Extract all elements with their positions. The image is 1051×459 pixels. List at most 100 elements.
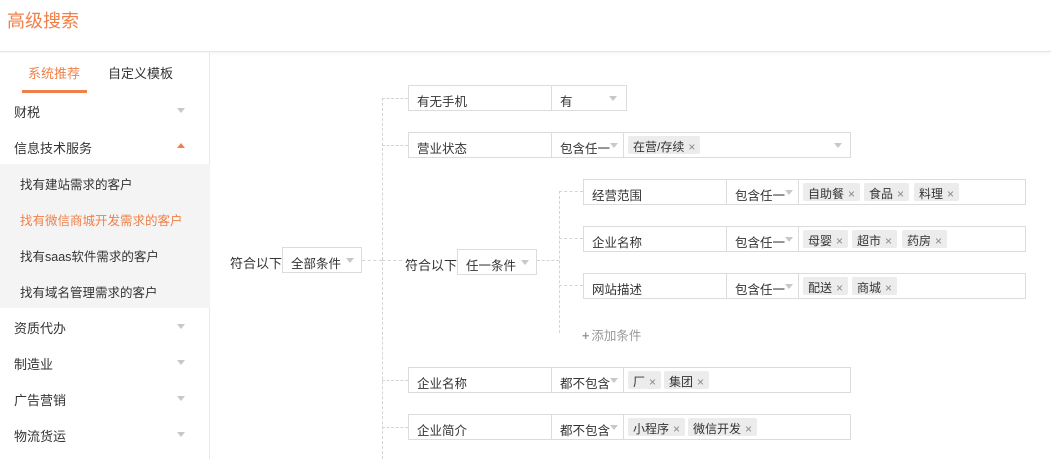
add-condition-label: 添加条件 bbox=[591, 329, 642, 343]
value-tag: 商城 × bbox=[852, 277, 898, 295]
category-label: 信息技术服务 bbox=[14, 141, 93, 156]
root-match-select[interactable]: 全部条件 bbox=[282, 247, 362, 273]
subitem-label: 找有微信商城开发需求的客户 bbox=[20, 214, 183, 228]
close-icon[interactable]: × bbox=[836, 281, 843, 295]
condition-operator-select[interactable]: 有 bbox=[552, 86, 626, 110]
condition-operator-select[interactable]: 都不包含 bbox=[552, 368, 624, 392]
tree-line bbox=[382, 380, 408, 381]
value-tag: 微信开发 × bbox=[688, 418, 758, 436]
chevron-down-icon bbox=[834, 143, 842, 148]
group-match-select[interactable]: 任一条件 bbox=[457, 249, 537, 275]
sidebar-category-qualification[interactable]: 资质代办 bbox=[0, 308, 210, 344]
sidebar-category-advertising[interactable]: 广告营销 bbox=[0, 380, 210, 416]
category-label: 资质代办 bbox=[14, 321, 67, 336]
sidebar-subitem-saas[interactable]: 找有saas软件需求的客户 bbox=[0, 236, 210, 272]
close-icon[interactable]: × bbox=[745, 422, 752, 436]
value-tag: 食品 × bbox=[864, 183, 910, 201]
sidebar-category-it-services[interactable]: 信息技术服务 bbox=[0, 128, 210, 164]
chevron-down-icon bbox=[785, 284, 793, 289]
subitem-label: 找有建站需求的客户 bbox=[20, 178, 133, 192]
tree-line bbox=[362, 260, 382, 261]
close-icon[interactable]: × bbox=[649, 375, 656, 389]
close-icon[interactable]: × bbox=[885, 281, 892, 295]
condition-values-input[interactable]: 配送 × 商城 × bbox=[799, 274, 1025, 298]
header: 高级搜索 bbox=[0, 0, 1051, 52]
value-tag: 厂 × bbox=[628, 371, 662, 389]
close-icon[interactable]: × bbox=[897, 187, 904, 201]
chevron-down-icon bbox=[609, 96, 617, 101]
condition-operator-select[interactable]: 包含任一 bbox=[727, 180, 799, 204]
value-tag: 药房 × bbox=[902, 230, 948, 248]
condition-field: 企业名称 bbox=[584, 227, 727, 251]
category-label: 物流货运 bbox=[14, 429, 67, 444]
chevron-down-icon bbox=[610, 425, 618, 430]
select-value: 有 bbox=[560, 95, 573, 109]
close-icon[interactable]: × bbox=[848, 187, 855, 201]
condition-values-input[interactable]: 母婴 × 超市 × 药房 × bbox=[799, 227, 1025, 251]
sidebar-category-tax[interactable]: 财税 bbox=[0, 92, 210, 128]
condition-row: 营业状态 包含任一 在营/存续 × bbox=[408, 132, 851, 158]
root-match-prefix: 符合以下 bbox=[230, 256, 283, 271]
tree-line bbox=[559, 285, 583, 286]
plus-icon: + bbox=[582, 329, 590, 343]
select-value: 包含任一 bbox=[735, 236, 786, 250]
group-match-prefix: 符合以下 bbox=[405, 258, 458, 273]
tree-line bbox=[382, 98, 408, 99]
tab-system-recommended[interactable]: 系统推荐 bbox=[28, 63, 80, 93]
value-tag: 在营/存续 × bbox=[628, 136, 701, 154]
close-icon[interactable]: × bbox=[688, 140, 695, 154]
close-icon[interactable]: × bbox=[935, 234, 942, 248]
tab-custom-template[interactable]: 自定义模板 bbox=[108, 63, 173, 93]
query-builder: 符合以下 全部条件 符合以下 任一条件 有无手机 有 营业状态 包含任一 在营/… bbox=[210, 53, 1051, 459]
close-icon[interactable]: × bbox=[673, 422, 680, 436]
chevron-up-icon bbox=[177, 143, 185, 148]
sidebar-subitem-website[interactable]: 找有建站需求的客户 bbox=[0, 164, 210, 200]
close-icon[interactable]: × bbox=[885, 234, 892, 248]
sidebar-subitems: 找有建站需求的客户 找有微信商城开发需求的客户 找有saas软件需求的客户 找有… bbox=[0, 164, 210, 308]
close-icon[interactable]: × bbox=[697, 375, 704, 389]
select-value: 包含任一 bbox=[735, 283, 786, 297]
sidebar-category-logistics[interactable]: 物流货运 bbox=[0, 416, 210, 452]
condition-field: 经营范围 bbox=[584, 180, 727, 204]
category-label: 财税 bbox=[14, 105, 41, 120]
chevron-down-icon bbox=[177, 360, 185, 365]
condition-operator-select[interactable]: 包含任一 bbox=[727, 227, 799, 251]
chevron-down-icon bbox=[177, 324, 185, 329]
condition-values-input[interactable]: 自助餐 × 食品 × 料理 × bbox=[799, 180, 1025, 204]
group-condition-row: 经营范围 包含任一 自助餐 × 食品 × 料理 × bbox=[583, 179, 1026, 205]
condition-row: 企业名称 都不包含 厂 × 集团 × bbox=[408, 367, 851, 393]
condition-values-input[interactable]: 厂 × 集团 × bbox=[624, 368, 850, 392]
group-condition-row: 网站描述 包含任一 配送 × 商城 × bbox=[583, 273, 1026, 299]
condition-field: 网站描述 bbox=[584, 274, 727, 298]
condition-operator-select[interactable]: 包含任一 bbox=[552, 133, 624, 157]
template-tabs: 系统推荐 自定义模板 bbox=[0, 53, 209, 93]
sidebar-subitem-wechat-mall[interactable]: 找有微信商城开发需求的客户 bbox=[0, 200, 210, 236]
value-tag: 料理 × bbox=[914, 183, 960, 201]
condition-operator-select[interactable]: 都不包含 bbox=[552, 415, 624, 439]
chevron-down-icon bbox=[177, 396, 185, 401]
close-icon[interactable]: × bbox=[836, 234, 843, 248]
condition-row: 企业简介 都不包含 小程序 × 微信开发 × bbox=[408, 414, 851, 440]
tree-line bbox=[559, 191, 583, 192]
chevron-down-icon bbox=[785, 190, 793, 195]
select-value: 任一条件 bbox=[466, 259, 517, 273]
page-title: 高级搜索 bbox=[7, 11, 79, 31]
tree-line bbox=[382, 260, 402, 261]
chevron-down-icon bbox=[346, 258, 354, 263]
add-condition-button[interactable]: + 添加条件 bbox=[582, 325, 641, 344]
condition-row: 有无手机 有 bbox=[408, 85, 627, 111]
tree-line bbox=[559, 191, 560, 333]
value-tag: 母婴 × bbox=[803, 230, 849, 248]
condition-values-input[interactable]: 小程序 × 微信开发 × bbox=[624, 415, 850, 439]
tree-line bbox=[382, 427, 408, 428]
condition-operator-select[interactable]: 包含任一 bbox=[727, 274, 799, 298]
subitem-label: 找有域名管理需求的客户 bbox=[20, 286, 158, 300]
sidebar-category-manufacturing[interactable]: 制造业 bbox=[0, 344, 210, 380]
value-tag: 自助餐 × bbox=[803, 183, 861, 201]
value-tag: 集团 × bbox=[664, 371, 710, 389]
subitem-label: 找有saas软件需求的客户 bbox=[20, 250, 159, 264]
chevron-down-icon bbox=[177, 432, 185, 437]
close-icon[interactable]: × bbox=[947, 187, 954, 201]
condition-values-input[interactable]: 在营/存续 × bbox=[624, 133, 850, 157]
sidebar-subitem-domain[interactable]: 找有域名管理需求的客户 bbox=[0, 272, 210, 308]
